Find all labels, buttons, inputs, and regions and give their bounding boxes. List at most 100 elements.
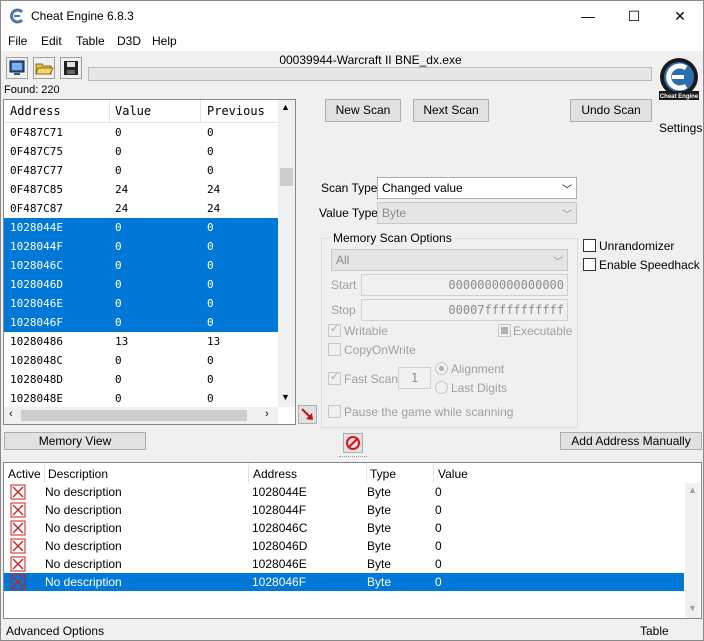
menu-help[interactable]: Help	[152, 34, 177, 48]
result-row[interactable]: 10280486 13 13	[4, 332, 278, 351]
result-row[interactable]: 0F487C77 0 0	[4, 161, 278, 180]
scroll-up-arrow-icon[interactable]: ▲	[281, 102, 290, 112]
menu-table[interactable]: Table	[76, 34, 105, 48]
scan-results-list[interactable]: Address Value Previous 0F487C71 0 0 0F487C7…	[3, 99, 296, 425]
maximize-button[interactable]: ☐	[611, 1, 657, 31]
pause-game-checkbox[interactable]	[328, 405, 341, 418]
settings-link[interactable]: Settings	[659, 121, 702, 135]
found-count: Found: 220	[4, 84, 60, 96]
active-checkbox-icon[interactable]	[10, 520, 26, 536]
address-table-row[interactable]: No description 1028044F Byte 0	[4, 501, 684, 519]
advanced-options-link[interactable]: Advanced Options	[6, 624, 104, 638]
entry-description: No description	[45, 503, 122, 517]
menu-edit[interactable]: Edit	[41, 34, 62, 48]
result-value: 0	[115, 373, 122, 386]
scroll-thumb[interactable]	[280, 168, 293, 186]
scan-type-dropdown[interactable]: Changed value ﹀	[377, 177, 577, 199]
scroll-up-arrow-icon[interactable]: ▲	[688, 485, 697, 495]
clear-list-button[interactable]	[343, 433, 363, 453]
result-previous: 13	[207, 335, 221, 348]
address-table-row[interactable]: No description 1028046D Byte 0	[4, 537, 684, 555]
active-checkbox-icon[interactable]	[10, 574, 26, 590]
column-previous[interactable]: Previous	[207, 104, 265, 118]
computer-icon	[9, 60, 25, 75]
column-value[interactable]: Value	[115, 104, 151, 118]
result-previous: 0	[207, 221, 214, 234]
menu-d3d[interactable]: D3D	[117, 34, 141, 48]
address-table-row[interactable]: No description 1028046F Byte 0	[4, 573, 684, 591]
select-process-button[interactable]	[6, 57, 28, 79]
main-window: Cheat Engine 6.8.3 — ☐ ✕ File Edit Table…	[0, 0, 704, 641]
address-table-row[interactable]: No description 1028046C Byte 0	[4, 519, 684, 537]
result-row[interactable]: 1028046E 0 0	[4, 294, 278, 313]
result-row[interactable]: 1028048C 0 0	[4, 351, 278, 370]
column-active[interactable]: Active	[8, 467, 41, 481]
unrandomizer-checkbox[interactable]	[583, 239, 596, 252]
save-file-button[interactable]	[60, 57, 82, 79]
active-checkbox-icon[interactable]	[10, 538, 26, 554]
result-row[interactable]: 1028044E 0 0	[4, 218, 278, 237]
memory-view-button[interactable]: Memory View	[4, 432, 146, 450]
result-row[interactable]: 1028046D 0 0	[4, 275, 278, 294]
cheat-engine-logo-icon[interactable]: Cheat Engine	[656, 51, 702, 123]
alignment-radio[interactable]	[435, 362, 448, 375]
column-value[interactable]: Value	[438, 467, 468, 481]
add-to-list-button[interactable]	[298, 405, 317, 424]
copyonwrite-checkbox[interactable]	[328, 343, 341, 356]
column-type[interactable]: Type	[370, 467, 396, 481]
result-row[interactable]: 0F487C85 24 24	[4, 180, 278, 199]
next-scan-button[interactable]: Next Scan	[413, 99, 489, 122]
minimize-button[interactable]: —	[565, 1, 611, 31]
result-address: 0F487C77	[10, 164, 63, 177]
menu-file[interactable]: File	[8, 34, 27, 48]
results-horizontal-scrollbar[interactable]: ‹ ›	[4, 407, 278, 424]
result-previous: 0	[207, 392, 214, 405]
result-row[interactable]: 0F487C75 0 0	[4, 142, 278, 161]
memory-region-dropdown[interactable]: All ﹀	[331, 249, 568, 271]
fast-scan-alignment-field[interactable]: 1	[398, 367, 431, 389]
splitter-grip[interactable]	[339, 456, 367, 459]
speedhack-checkbox[interactable]	[583, 258, 596, 271]
result-row[interactable]: 1028046F 0 0	[4, 313, 278, 332]
writable-checkbox[interactable]	[328, 322, 341, 337]
active-checkbox-icon[interactable]	[10, 502, 26, 518]
address-table-row[interactable]: No description 1028044E Byte 0	[4, 483, 684, 501]
address-table-row[interactable]: No description 1028046E Byte 0	[4, 555, 684, 573]
result-row[interactable]: 1028046C 0 0	[4, 256, 278, 275]
result-row[interactable]: 1028048E 0 0	[4, 389, 278, 408]
undo-scan-button[interactable]: Undo Scan	[570, 99, 652, 122]
stop-address-field[interactable]: 00007fffffffffff	[361, 299, 568, 321]
open-file-button[interactable]	[33, 57, 55, 79]
scroll-down-arrow-icon[interactable]: ▼	[281, 392, 290, 402]
fast-scan-checkbox[interactable]	[328, 370, 341, 385]
scroll-right-arrow-icon[interactable]: ›	[265, 408, 269, 420]
active-checkbox-icon[interactable]	[10, 484, 26, 500]
scroll-left-arrow-icon[interactable]: ‹	[9, 408, 13, 420]
last-digits-radio[interactable]	[435, 381, 448, 394]
active-checkbox-icon[interactable]	[10, 556, 26, 572]
address-table[interactable]: Active Description Address Type Value No…	[3, 462, 702, 619]
result-row[interactable]: 1028044F 0 0	[4, 237, 278, 256]
result-row[interactable]: 0F487C71 0 0	[4, 123, 278, 142]
result-previous: 0	[207, 240, 214, 253]
column-address[interactable]: Address	[253, 467, 297, 481]
results-header: Address Value Previous	[4, 100, 278, 123]
column-address[interactable]: Address	[10, 104, 61, 118]
results-vertical-scrollbar[interactable]: ▲ ▼	[278, 100, 295, 407]
result-row[interactable]: 0F487C87 24 24	[4, 199, 278, 218]
speedhack-label: Enable Speedhack	[599, 258, 700, 272]
scroll-down-arrow-icon[interactable]: ▼	[688, 603, 697, 613]
result-row[interactable]: 1028048D 0 0	[4, 370, 278, 389]
add-address-manually-button[interactable]: Add Address Manually	[560, 432, 702, 450]
start-address-field[interactable]: 0000000000000000	[361, 274, 568, 296]
executable-checkbox[interactable]	[498, 324, 511, 337]
hscroll-thumb[interactable]	[21, 410, 247, 421]
address-table-scrollbar[interactable]: ▲ ▼	[685, 483, 700, 618]
table-extras-link[interactable]: Table Extras	[640, 624, 703, 640]
copyonwrite-label: CopyOnWrite	[344, 343, 416, 357]
stop-label: Stop	[331, 303, 356, 317]
close-button[interactable]: ✕	[657, 1, 703, 31]
new-scan-button[interactable]: New Scan	[325, 99, 401, 122]
column-description[interactable]: Description	[48, 467, 108, 481]
value-type-dropdown[interactable]: Byte ﹀	[377, 202, 577, 224]
